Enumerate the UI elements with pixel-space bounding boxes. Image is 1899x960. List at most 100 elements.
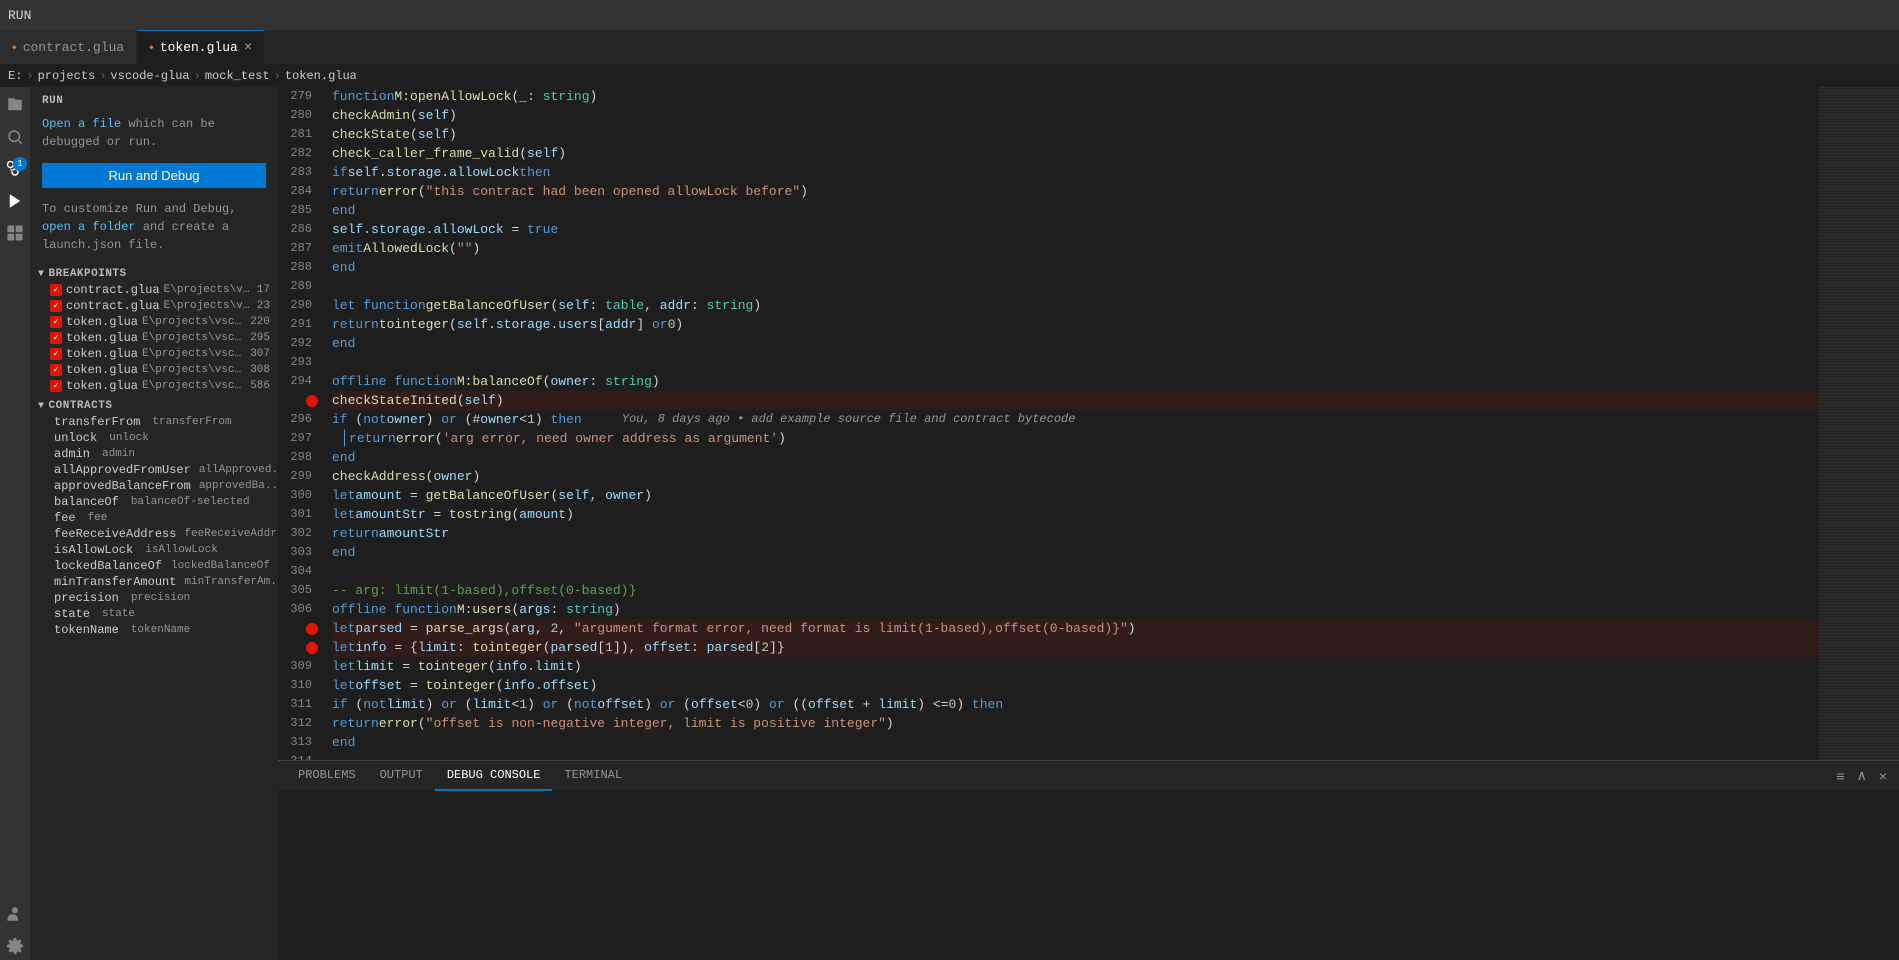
code-editor[interactable]: 279 280 281 282 283 284 285 286 287 288 …	[278, 87, 1899, 760]
ln-311: 311	[278, 695, 320, 714]
contract-tokenName[interactable]: tokenName tokenName	[30, 622, 278, 638]
bp-line-7: 586	[250, 380, 270, 392]
activity-search[interactable]	[1, 123, 29, 151]
code-line-305: -- arg: limit(1-based),offset(0-based)}	[332, 581, 1819, 600]
breadcrumb-part-4: mock_test	[205, 69, 270, 83]
contracts-section: ▼ CONTRACTS transferFrom transferFrom un…	[30, 398, 278, 960]
contract-isAllowLock[interactable]: isAllowLock isAllowLock	[30, 542, 278, 558]
bp-path-1: E\projects\vscode...	[164, 284, 253, 296]
breakpoint-item[interactable]: ✓ token.glua E\projects\vscode-g... 586	[30, 378, 278, 394]
code-line-308: let info = {limit: tointeger(parsed[1]),…	[332, 638, 1819, 657]
breakpoint-item[interactable]: ✓ token.glua E\projects\vscode-g... 307	[30, 346, 278, 362]
contracts-header[interactable]: ▼ CONTRACTS	[30, 398, 278, 414]
panel-collapse-btn[interactable]: ∧	[1853, 765, 1871, 786]
contract-unlock[interactable]: unlock unlock	[30, 430, 278, 446]
code-line-294: offline function M:balanceOf(owner: stri…	[332, 372, 1819, 391]
contract-state[interactable]: state state	[30, 606, 278, 622]
code-line-314	[332, 752, 1819, 760]
panel-content[interactable]	[278, 791, 1899, 960]
chevron-down-icon-2: ▼	[38, 401, 45, 412]
breakpoint-item[interactable]: ✓ token.glua E\projects\vscode-g... 220	[30, 314, 278, 330]
code-line-293	[332, 353, 1819, 372]
tab-terminal-label: TERMINAL	[564, 768, 622, 782]
bp-path-7: E\projects\vscode-g...	[142, 380, 246, 392]
breakpoint-item[interactable]: ✓ contract.glua E\projects\vscode... 23	[30, 298, 278, 314]
activity-settings[interactable]	[1, 932, 29, 960]
bp-file-1: contract.glua	[66, 283, 160, 297]
tab-output[interactable]: OUTPUT	[368, 761, 435, 791]
tab-icon-token: ⬩	[149, 40, 154, 55]
sidebar: RUN Open a file which can be debugged or…	[30, 87, 278, 960]
panel-close-btn[interactable]: ×	[1875, 766, 1891, 786]
contract-balanceOf[interactable]: balanceOf balanceOf-selected	[30, 494, 278, 510]
tab-problems-label: PROBLEMS	[298, 768, 356, 782]
ln-293: 293	[278, 353, 320, 372]
ln-298: 298	[278, 448, 320, 467]
breakpoints-header[interactable]: ▼ BREAKPOINTS	[30, 266, 278, 282]
activity-explorer[interactable]	[1, 91, 29, 119]
tab-contract-glua[interactable]: ⬩ contract.glua	[0, 30, 137, 64]
contract-allApprovedFromUser[interactable]: allApprovedFromUser allApproved...	[30, 462, 278, 478]
tab-debug-console-label: DEBUG CONSOLE	[447, 768, 541, 782]
code-line-289	[332, 277, 1819, 296]
bp-line-3: 220	[250, 316, 270, 328]
ln-290: 290	[278, 296, 320, 315]
tab-icon-contract: ⬩	[12, 40, 17, 55]
tab-terminal[interactable]: TERMINAL	[552, 761, 634, 791]
contract-lockedBalanceOf[interactable]: lockedBalanceOf lockedBalanceOf	[30, 558, 278, 574]
bp-checkbox-2: ✓	[50, 300, 62, 312]
contract-fee[interactable]: fee fee	[30, 510, 278, 526]
contracts-title: CONTRACTS	[49, 400, 113, 412]
ln-310: 310	[278, 676, 320, 695]
ln-281: 281	[278, 125, 320, 144]
ln-292: 292	[278, 334, 320, 353]
contract-precision[interactable]: precision precision	[30, 590, 278, 606]
ln-299: 299	[278, 467, 320, 486]
ln-300: 300	[278, 486, 320, 505]
tab-token-glua[interactable]: ⬩ token.glua ×	[137, 30, 265, 64]
contract-feeReceiveAddress[interactable]: feeReceiveAddress feeReceiveAddr...	[30, 526, 278, 542]
bp-checkbox-7: ✓	[50, 380, 62, 392]
code-line-309: let limit = tointeger(info.limit)	[332, 657, 1819, 676]
ln-284: 284	[278, 182, 320, 201]
tab-close-icon[interactable]: ×	[244, 40, 252, 56]
panel-actions: ≡ ∧ ×	[1832, 765, 1891, 786]
ln-313: 313	[278, 733, 320, 752]
bp-path-3: E\projects\vscode-g...	[142, 316, 246, 328]
contract-admin[interactable]: admin admin	[30, 446, 278, 462]
activity-run[interactable]	[1, 187, 29, 215]
ln-289: 289	[278, 277, 320, 296]
panel-filter-btn[interactable]: ≡	[1832, 766, 1848, 786]
contract-approvedBalanceFrom[interactable]: approvedBalanceFrom approvedBa...	[30, 478, 278, 494]
bp-line-1: 17	[257, 284, 270, 296]
contract-minTransferAmount[interactable]: minTransferAmount minTransferAm...	[30, 574, 278, 590]
bp-checkbox-3: ✓	[50, 316, 62, 328]
ln-296: 296	[278, 410, 320, 429]
ln-306: 306	[278, 600, 320, 619]
code-line-288: end	[332, 258, 1819, 277]
contract-transferFrom[interactable]: transferFrom transferFrom	[30, 414, 278, 430]
bp-path-5: E\projects\vscode-g...	[142, 348, 246, 360]
tab-problems[interactable]: PROBLEMS	[286, 761, 368, 791]
breakpoint-item[interactable]: ✓ token.glua E\projects\vscode-g... 295	[30, 330, 278, 346]
breakpoints-section: ▼ BREAKPOINTS ✓ contract.glua E\projects…	[30, 262, 278, 398]
bp-file-5: token.glua	[66, 347, 138, 361]
open-file-link[interactable]: Open a file	[42, 117, 121, 131]
code-line-279: function M:openAllowLock(_: string)	[332, 87, 1819, 106]
tab-debug-console[interactable]: DEBUG CONSOLE	[435, 761, 553, 791]
panel-tabs: PROBLEMS OUTPUT DEBUG CONSOLE TERMINAL ≡…	[278, 761, 1899, 791]
breakpoint-item[interactable]: ✓ contract.glua E\projects\vscode... 17	[30, 282, 278, 298]
main-layout: 1 RUN Open a file which can be debugged …	[0, 87, 1899, 960]
activity-accounts[interactable]	[1, 900, 29, 928]
open-folder-link[interactable]: open a folder	[42, 220, 136, 234]
ln-294: 294	[278, 372, 320, 391]
activity-source-control[interactable]: 1	[1, 155, 29, 183]
bp-file-6: token.glua	[66, 363, 138, 377]
activity-extensions[interactable]	[1, 219, 29, 247]
bottom-panel: PROBLEMS OUTPUT DEBUG CONSOLE TERMINAL ≡…	[278, 760, 1899, 960]
ln-295: 295	[278, 391, 320, 410]
run-and-debug-button[interactable]: Run and Debug	[42, 163, 266, 188]
breakpoint-item[interactable]: ✓ token.glua E\projects\vscode-g... 308	[30, 362, 278, 378]
bp-checkbox-5: ✓	[50, 348, 62, 360]
bp-line-2: 23	[257, 300, 270, 312]
